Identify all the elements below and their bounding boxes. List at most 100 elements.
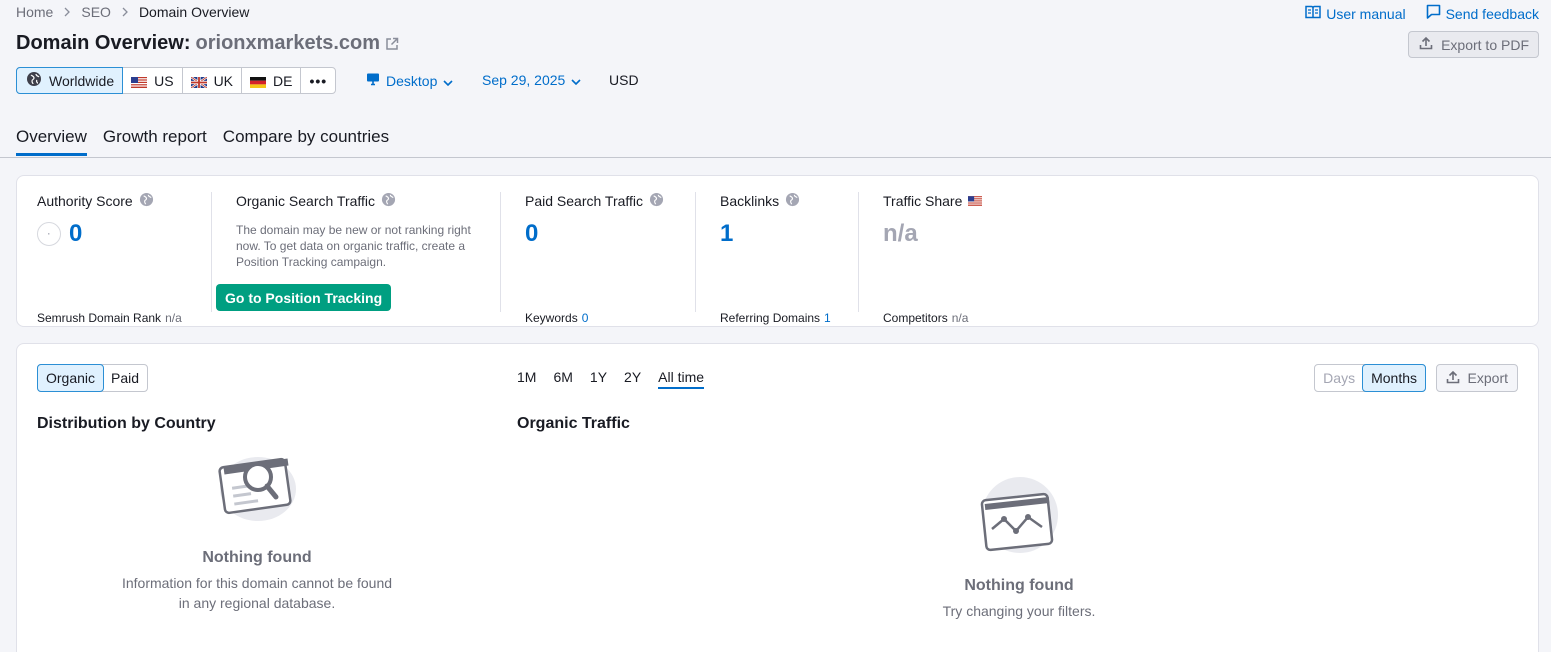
search-window-illustration-icon: [117, 449, 397, 525]
globe-info-icon[interactable]: [785, 192, 800, 210]
tabs-divider: [0, 157, 1551, 158]
breadcrumb-home[interactable]: Home: [16, 4, 53, 20]
uk-flag-icon: [189, 75, 208, 89]
traffic-share-label: Traffic Share: [883, 193, 963, 209]
top-links: User manual Send feedback: [1305, 4, 1539, 23]
organic-traffic-title: Organic Traffic: [517, 415, 630, 432]
keywords-value[interactable]: 0: [582, 311, 589, 325]
organic-traffic-note: The domain may be new or not ranking rig…: [236, 223, 471, 269]
period-1y[interactable]: 1Y: [590, 369, 607, 389]
date-label: Sep 29, 2025: [482, 72, 566, 88]
traffic-empty-title: Nothing found: [964, 577, 1074, 594]
organic-traffic-label: Organic Search Traffic: [236, 193, 376, 209]
export-label: Export: [1467, 370, 1508, 386]
globe-info-icon[interactable]: [649, 192, 664, 210]
backlinks-metric: Backlinks 1 Referring Domains 1: [720, 192, 831, 325]
us-flag-icon: [968, 193, 983, 209]
send-feedback-label: Send feedback: [1445, 5, 1539, 22]
granularity-toggle: Days Months: [1314, 364, 1426, 392]
period-2y[interactable]: 2Y: [624, 369, 641, 389]
semrush-rank: Semrush Domain Rank n/a: [37, 311, 182, 325]
chart-window-illustration-icon: [879, 477, 1159, 557]
device-label: Desktop: [386, 72, 438, 89]
region-worldwide[interactable]: Worldwide: [16, 67, 124, 94]
user-manual-link[interactable]: User manual: [1305, 4, 1406, 23]
traffic-card: Organic Paid 1M 6M 1Y 2Y All time Days M…: [16, 343, 1539, 652]
organic-traffic-metric: Organic Search Traffic The domain may be…: [236, 192, 506, 270]
period-1m[interactable]: 1M: [517, 369, 536, 389]
date-selector[interactable]: Sep 29, 2025: [482, 72, 581, 88]
region-label: UK: [213, 72, 234, 89]
send-feedback-link[interactable]: Send feedback: [1426, 4, 1539, 23]
breadcrumb-current: Domain Overview: [138, 4, 250, 20]
referring-domains-value[interactable]: 1: [824, 311, 831, 325]
region-selector: Worldwide US UK DE •••: [16, 67, 337, 94]
tab-compare-by-countries[interactable]: Compare by countries: [223, 127, 389, 156]
metric-divider: [211, 192, 212, 312]
granularity-days[interactable]: Days: [1315, 365, 1363, 391]
toggle-organic[interactable]: Organic: [37, 364, 105, 392]
keywords-label: Keywords: [525, 311, 578, 325]
traffic-share-metric: Traffic Share n/a Competitors n/a: [883, 192, 983, 325]
authority-score-metric: Authority Score · 0 Semrush Domain Rank n…: [37, 192, 182, 325]
page-title-prefix: Domain Overview:: [16, 32, 191, 54]
keywords-count: Keywords 0: [525, 311, 588, 325]
breadcrumb-seo[interactable]: SEO: [81, 4, 111, 20]
export-pdf-button[interactable]: Export to PDF: [1408, 31, 1539, 58]
chevron-down-icon: [571, 72, 581, 88]
period-all-time[interactable]: All time: [658, 369, 705, 389]
tab-growth-report[interactable]: Growth report: [103, 127, 207, 156]
chevron-right-icon: [122, 7, 128, 17]
page-title: Domain Overview: orionxmarkets.com: [16, 32, 399, 55]
report-tabs: Overview Growth report Compare by countr…: [16, 127, 389, 156]
export-button[interactable]: Export: [1435, 364, 1518, 392]
authority-score-circle: ·: [37, 222, 61, 246]
competitors-label: Competitors: [883, 311, 948, 325]
more-regions-button[interactable]: •••: [301, 68, 335, 93]
device-selector[interactable]: Desktop: [366, 72, 453, 89]
globe-info-icon[interactable]: [381, 192, 396, 210]
distribution-title: Distribution by Country: [37, 415, 216, 432]
us-flag-icon: [131, 75, 148, 88]
distribution-empty-title: Nothing found: [202, 549, 312, 566]
export-pdf-label: Export to PDF: [1441, 36, 1529, 53]
traffic-type-toggle: Organic Paid: [37, 364, 149, 392]
desktop-icon: [366, 72, 380, 89]
book-icon: [1305, 5, 1321, 22]
region-uk[interactable]: UK: [183, 68, 243, 93]
referring-domains: Referring Domains 1: [720, 311, 831, 325]
semrush-rank-label: Semrush Domain Rank: [37, 311, 162, 325]
toggle-paid[interactable]: Paid: [103, 365, 147, 391]
de-flag-icon: [250, 75, 267, 88]
backlinks-value[interactable]: 1: [720, 220, 800, 248]
traffic-empty-state: Nothing found Try changing your filters.: [879, 477, 1159, 621]
granularity-months[interactable]: Months: [1362, 364, 1426, 392]
period-6m[interactable]: 6M: [553, 369, 572, 389]
backlinks-label: Backlinks: [720, 193, 780, 209]
upload-icon: [1446, 370, 1460, 387]
metric-divider: [500, 192, 501, 312]
region-us[interactable]: US: [123, 68, 183, 93]
page-title-domain[interactable]: orionxmarkets.com: [196, 32, 381, 55]
external-link-icon[interactable]: [385, 37, 399, 51]
competitors-value: n/a: [951, 311, 969, 325]
breadcrumb: Home SEO Domain Overview: [16, 4, 249, 20]
traffic-empty-text: Try changing your filters.: [942, 603, 1096, 619]
go-to-position-tracking-button[interactable]: Go to Position Tracking: [216, 284, 392, 311]
period-selector: 1M 6M 1Y 2Y All time: [517, 369, 705, 389]
referring-domains-label: Referring Domains: [720, 311, 821, 325]
region-de[interactable]: DE: [242, 68, 302, 93]
chevron-right-icon: [64, 7, 71, 17]
more-icon: •••: [309, 72, 328, 89]
globe-info-icon[interactable]: [139, 192, 154, 210]
paid-traffic-metric: Paid Search Traffic 0 Keywords 0: [525, 192, 664, 325]
metrics-card: Authority Score · 0 Semrush Domain Rank n…: [16, 175, 1539, 327]
authority-score-label: Authority Score: [37, 193, 133, 209]
distribution-empty-text: Information for this domain cannot be fo…: [121, 575, 393, 611]
tab-overview[interactable]: Overview: [16, 127, 87, 156]
currency-label: USD: [609, 72, 639, 88]
authority-score-value[interactable]: 0: [69, 220, 82, 248]
paid-traffic-value[interactable]: 0: [525, 220, 664, 248]
comment-icon: [1426, 4, 1441, 23]
distribution-empty-state: Nothing found Information for this domai…: [117, 449, 397, 613]
